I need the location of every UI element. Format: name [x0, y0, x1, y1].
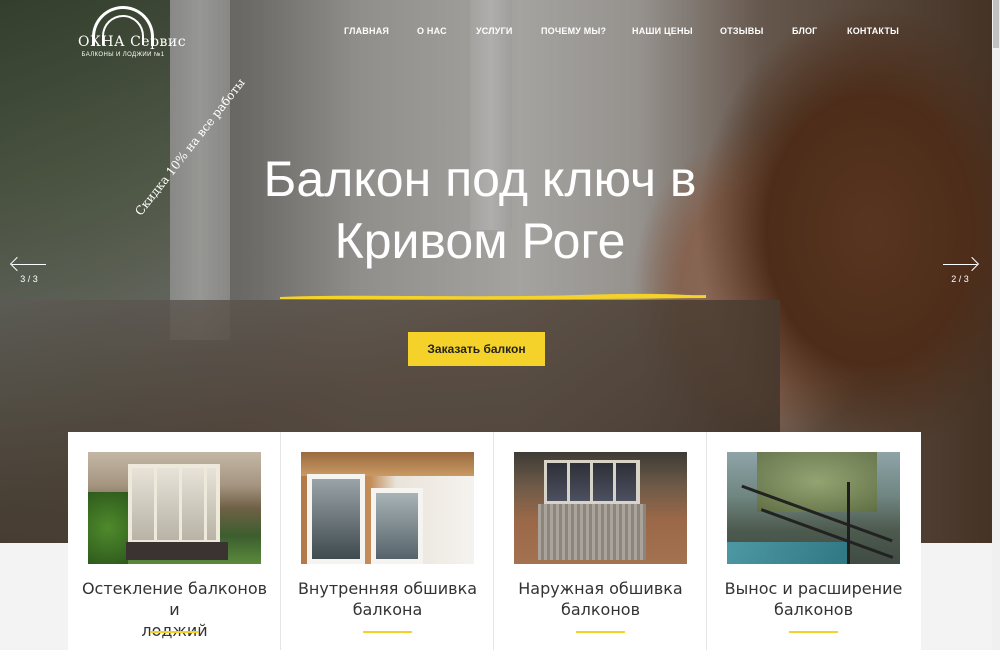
nav-item-blog[interactable]: БЛОГ — [792, 26, 817, 36]
site-logo[interactable]: ОКНА Сервис БАЛКОНЫ И ЛОДЖИИ №1 — [78, 6, 187, 62]
arrow-right-icon — [964, 256, 980, 272]
logo-title: ОКНА Сервис — [78, 34, 187, 50]
slider-next-button[interactable]: 2 / 3 — [943, 256, 980, 286]
balcony-extension-photo — [727, 452, 900, 564]
nav-item-prices[interactable]: НАШИ ЦЕНЫ — [632, 26, 693, 36]
nav-item-services[interactable]: УСЛУГИ — [476, 26, 513, 36]
slider-next-counter: 2 / 3 — [951, 274, 969, 284]
slider-prev-button[interactable]: 3 / 3 — [9, 256, 48, 286]
page-scrollbar[interactable] — [992, 0, 1000, 650]
logo-tagline: БАЛКОНЫ И ЛОДЖИИ №1 — [81, 52, 165, 58]
service-card-extension[interactable]: Вынос и расширение балконов — [707, 432, 920, 650]
service-card-exterior[interactable]: Наружная обшивка балконов — [494, 432, 707, 650]
order-balcony-button[interactable]: Заказать балкон — [408, 332, 545, 366]
nav-item-contacts[interactable]: КОНТАКТЫ — [847, 26, 899, 36]
hero-headline-line1: Балкон под ключ в — [263, 151, 697, 207]
card-accent-line — [576, 631, 625, 633]
service-card-glazing[interactable]: Остекление балконов илоджий — [68, 432, 281, 650]
nav-item-about[interactable]: О НАС — [417, 26, 447, 36]
card-accent-line — [789, 631, 838, 633]
service-card-title: Вынос и расширение балконов — [724, 579, 903, 619]
nav-item-home[interactable]: ГЛАВНАЯ — [344, 26, 389, 36]
exterior-cladding-photo — [514, 452, 687, 564]
arrow-left-icon — [9, 256, 25, 272]
scrollbar-thumb[interactable] — [993, 0, 999, 48]
services-cards: Остекление балконов илоджий Внутренняя о… — [68, 432, 921, 650]
card-accent-line — [363, 631, 412, 633]
service-card-title: Внутренняя обшивка балкона — [297, 579, 478, 619]
headline-underline-stroke — [280, 293, 706, 300]
card-accent-line — [150, 631, 199, 633]
nav-item-reviews[interactable]: ОТЗЫВЫ — [720, 26, 763, 36]
service-card-interior[interactable]: Внутренняя обшивка балкона — [281, 432, 494, 650]
glazed-balcony-photo — [88, 452, 261, 564]
slider-prev-counter: 3 / 3 — [20, 274, 38, 284]
service-card-title: Наружная обшивка балконов — [518, 579, 683, 619]
hero-headline-line2: Кривом Роге — [334, 213, 626, 269]
nav-item-why-us[interactable]: ПОЧЕМУ МЫ? — [541, 26, 606, 36]
hero-headline: Балкон под ключ в Кривом Роге — [200, 148, 760, 272]
interior-lining-photo — [301, 452, 474, 564]
